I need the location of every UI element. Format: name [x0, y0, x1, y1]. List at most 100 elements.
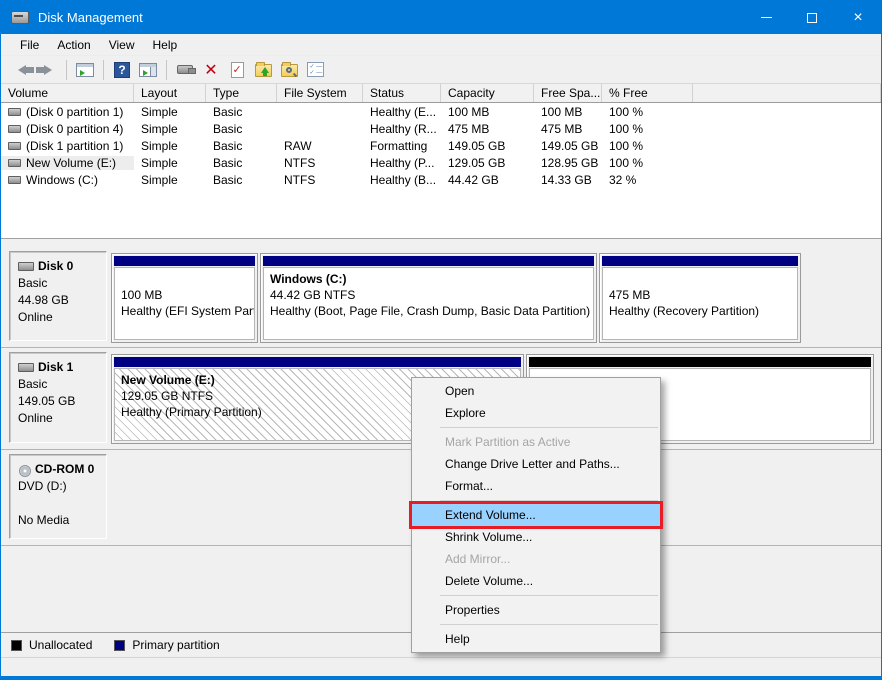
cell-pct-free: 100 % — [602, 105, 693, 119]
disk-drive-icon — [11, 11, 29, 24]
cell-capacity: 44.42 GB — [441, 173, 534, 187]
cdrom-label[interactable]: CD-ROM 0 DVD (D:) No Media — [9, 454, 107, 539]
show-action-pane-icon[interactable] — [137, 60, 159, 80]
menu-item-shrink-volume[interactable]: Shrink Volume... — [412, 526, 660, 548]
properties-list-icon[interactable] — [304, 60, 326, 80]
cell-layout: Simple — [134, 105, 206, 119]
disk0-band: Disk 0 Basic 44.98 GB Online 100 MB Heal… — [1, 247, 881, 348]
cell-layout: Simple — [134, 139, 206, 153]
disk1-label[interactable]: Disk 1 Basic 149.05 GB Online — [9, 352, 107, 443]
table-row[interactable]: Windows (C:) Simple Basic NTFS Healthy (… — [1, 171, 881, 188]
cell-file-system: NTFS — [277, 156, 363, 170]
disk0-kind: Basic — [18, 275, 102, 292]
disk0-size: 44.98 GB — [18, 292, 102, 309]
delete-volume-icon[interactable]: ✕ — [200, 60, 222, 80]
maximize-icon — [807, 13, 817, 23]
cell-type: Basic — [206, 105, 277, 119]
open-folder-icon[interactable] — [252, 60, 274, 80]
minimize-button[interactable] — [743, 1, 789, 34]
menu-view[interactable]: View — [100, 35, 144, 55]
primary-partition-bar — [263, 256, 594, 266]
volume-list: Volume Layout Type File System Status Ca… — [1, 84, 881, 238]
table-row[interactable]: (Disk 1 partition 1) Simple Basic RAW Fo… — [1, 137, 881, 154]
disk0-status: Online — [18, 309, 102, 326]
cell-volume: (Disk 1 partition 1) — [26, 139, 123, 153]
cell-volume: New Volume (E:) — [26, 156, 116, 170]
menu-item-help[interactable]: Help — [412, 628, 660, 650]
table-row[interactable]: (Disk 0 partition 4) Simple Basic Health… — [1, 120, 881, 137]
partition-size: 475 MB — [609, 287, 791, 303]
col-volume[interactable]: Volume — [1, 84, 134, 102]
col-pct-free[interactable]: % Free — [602, 84, 693, 102]
disk1-size: 149.05 GB — [18, 393, 102, 410]
col-layout[interactable]: Layout — [134, 84, 206, 102]
cell-capacity: 129.05 GB — [441, 156, 534, 170]
unallocated-bar — [529, 357, 871, 367]
explore-folder-icon[interactable] — [278, 60, 300, 80]
menu-item-extend-volume[interactable]: Extend Volume... — [412, 504, 660, 526]
pane-splitter[interactable] — [1, 238, 881, 247]
menu-action[interactable]: Action — [48, 35, 99, 55]
menu-item-delete-volume[interactable]: Delete Volume... — [412, 570, 660, 592]
disk0-label[interactable]: Disk 0 Basic 44.98 GB Online — [9, 251, 107, 341]
disk0-partition-recovery[interactable]: 475 MB Healthy (Recovery Partition) — [599, 253, 801, 343]
cell-free-space: 100 MB — [534, 105, 602, 119]
menu-item-change-drive-letter[interactable]: Change Drive Letter and Paths... — [412, 453, 660, 475]
cell-type: Basic — [206, 139, 277, 153]
primary-partition-bar — [114, 256, 255, 266]
cell-free-space: 128.95 GB — [534, 156, 602, 170]
cdrom-kind: DVD (D:) — [18, 478, 102, 495]
close-button[interactable]: × — [835, 1, 881, 34]
partition-size: 44.42 GB NTFS — [270, 287, 587, 303]
partition-status: Healthy (Recovery Partition) — [609, 303, 791, 319]
table-row[interactable]: (Disk 0 partition 1) Simple Basic Health… — [1, 103, 881, 120]
cell-volume: (Disk 0 partition 4) — [26, 122, 123, 136]
menu-item-open[interactable]: Open — [412, 380, 660, 402]
menu-separator — [440, 624, 658, 625]
col-type[interactable]: Type — [206, 84, 277, 102]
unallocated-swatch — [11, 640, 22, 651]
popup-tool-icon[interactable] — [174, 60, 196, 80]
cell-type: Basic — [206, 156, 277, 170]
cell-pct-free: 100 % — [602, 122, 693, 136]
disk-management-window: Disk Management × File Action View Help … — [0, 0, 882, 680]
col-capacity[interactable]: Capacity — [441, 84, 534, 102]
cell-status: Formatting — [363, 139, 441, 153]
menu-separator — [440, 595, 658, 596]
col-status[interactable]: Status — [363, 84, 441, 102]
menu-item-properties[interactable]: Properties — [412, 599, 660, 621]
menu-help[interactable]: Help — [144, 35, 187, 55]
cd-icon — [18, 465, 31, 475]
disk1-kind: Basic — [18, 376, 102, 393]
disk1-status: Online — [18, 410, 102, 427]
primary-partition-bar — [114, 357, 521, 367]
cell-layout: Simple — [134, 173, 206, 187]
menu-file[interactable]: File — [11, 35, 48, 55]
col-filler — [693, 84, 881, 102]
menu-item-add-mirror: Add Mirror... — [412, 548, 660, 570]
minimize-icon — [761, 17, 772, 18]
check-document-icon[interactable] — [226, 60, 248, 80]
table-row-new-volume[interactable]: New Volume (E:) Simple Basic NTFS Health… — [1, 154, 881, 171]
disk0-partition-windows-c[interactable]: Windows (C:) 44.42 GB NTFS Healthy (Boot… — [260, 253, 597, 343]
forward-icon[interactable] — [37, 60, 59, 80]
titlebar: Disk Management × — [1, 1, 881, 34]
primary-partition-bar — [602, 256, 798, 266]
col-file-system[interactable]: File System — [277, 84, 363, 102]
menu-item-format[interactable]: Format... — [412, 475, 660, 497]
maximize-button[interactable] — [789, 1, 835, 34]
hdd-icon — [8, 176, 21, 184]
help-icon[interactable]: ? — [111, 60, 133, 80]
disk1-name: Disk 1 — [38, 359, 73, 376]
cell-free-space: 475 MB — [534, 122, 602, 136]
cell-type: Basic — [206, 173, 277, 187]
show-console-tree-icon[interactable] — [74, 60, 96, 80]
hdd-icon — [8, 108, 21, 116]
cell-free-space: 149.05 GB — [534, 139, 602, 153]
disk0-partition-efi[interactable]: 100 MB Healthy (EFI System Parti — [111, 253, 258, 343]
cell-pct-free: 100 % — [602, 156, 693, 170]
back-icon[interactable] — [11, 60, 33, 80]
menu-item-explore[interactable]: Explore — [412, 402, 660, 424]
cell-type: Basic — [206, 122, 277, 136]
col-free-space[interactable]: Free Spa... — [534, 84, 602, 102]
